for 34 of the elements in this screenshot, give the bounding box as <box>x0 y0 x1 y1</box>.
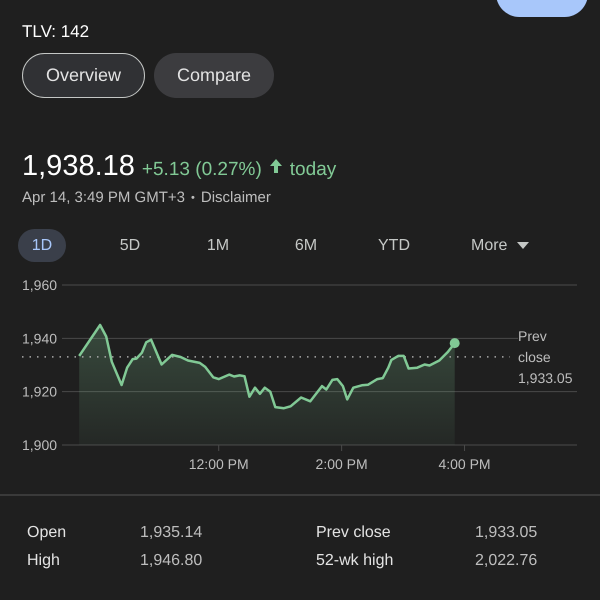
stat-value: 1,946.80 <box>140 551 204 571</box>
range-tab[interactable]: 5D <box>106 229 154 262</box>
separator-dot: • <box>191 190 195 206</box>
x-axis-label: 2:00 PM <box>316 456 368 472</box>
ticker-label: TLV: 142 <box>22 21 90 43</box>
change-period: today <box>290 158 336 182</box>
caret-down-icon <box>517 242 530 249</box>
y-axis-label: 1,960 <box>22 277 58 293</box>
stat-label: High <box>27 551 61 571</box>
stat-value: 1,935.14 <box>140 523 204 543</box>
stat-value: 2,022.76 <box>475 551 538 571</box>
y-axis-label: 1,900 <box>22 437 58 453</box>
stat-label: 52-wk high <box>316 551 394 571</box>
stat-label: Open <box>27 523 68 543</box>
x-axis-label: 4:00 PM <box>438 456 491 472</box>
range-tab[interactable]: YTD <box>370 229 418 262</box>
range-tab[interactable]: 6M <box>282 229 330 262</box>
price-value: 1,938.18 <box>22 149 135 184</box>
range-tab[interactable]: 1D <box>18 229 66 262</box>
view-tab[interactable]: Overview <box>22 53 146 98</box>
price-change: +5.13 (0.27%) <box>142 158 262 182</box>
prev-close-label: Prev close 1,933.05 <box>518 326 574 388</box>
arrow-up-icon <box>268 158 283 174</box>
y-axis-label: 1,920 <box>22 384 58 400</box>
stat-value: 1,933.05 <box>475 523 538 543</box>
more-dropdown[interactable]: More <box>464 229 536 262</box>
view-tab[interactable]: Compare <box>154 53 274 98</box>
disclaimer-link[interactable]: Disclaimer <box>200 186 271 209</box>
current-point <box>450 338 460 348</box>
y-axis-label: 1,940 <box>22 330 58 346</box>
stat-label: Prev close <box>316 523 392 543</box>
range-tab[interactable]: 1M <box>194 229 242 262</box>
timestamp: Apr 14, 3:49 PM GMT+3 <box>22 188 185 208</box>
x-axis-label: 12:00 PM <box>188 456 249 472</box>
